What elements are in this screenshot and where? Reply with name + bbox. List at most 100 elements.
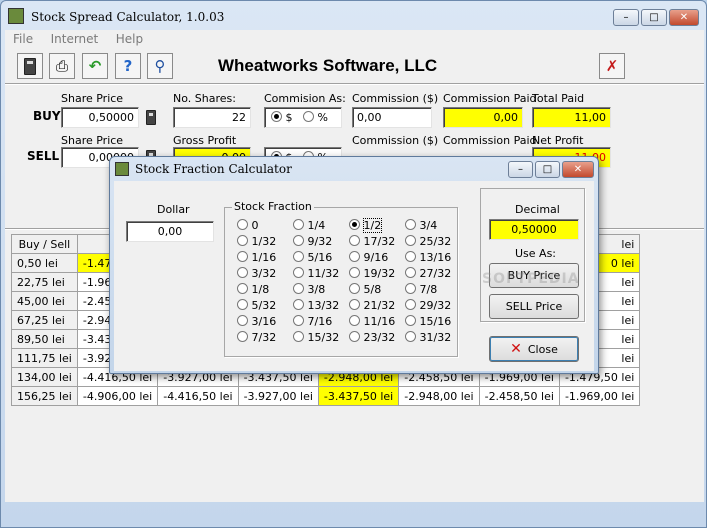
dialog-maximize-button[interactable]: □ xyxy=(535,161,560,178)
fraction-radio[interactable] xyxy=(237,235,248,246)
dialog-close-action-button[interactable]: ✕ Close xyxy=(489,336,579,362)
fraction-radio[interactable] xyxy=(349,235,360,246)
fraction-option[interactable]: 7/32 xyxy=(237,331,276,344)
fraction-radio[interactable] xyxy=(349,315,360,326)
fraction-option[interactable]: 13/16 xyxy=(405,251,451,264)
fraction-option[interactable]: 5/16 xyxy=(293,251,332,264)
fraction-radio[interactable] xyxy=(405,267,416,278)
menu-file[interactable]: File xyxy=(13,32,33,46)
shares-input[interactable]: 22 xyxy=(173,107,251,128)
print-button[interactable]: ⎙ xyxy=(49,53,75,79)
fraction-radio[interactable] xyxy=(405,331,416,342)
fraction-radio[interactable] xyxy=(349,283,360,294)
fraction-radio[interactable] xyxy=(405,315,416,326)
menu-help[interactable]: Help xyxy=(116,32,143,46)
fraction-option[interactable]: 31/32 xyxy=(405,331,451,344)
fraction-radio[interactable] xyxy=(349,299,360,310)
table-cell[interactable]: -3.927,00 lei xyxy=(237,386,319,406)
fraction-radio[interactable] xyxy=(237,283,248,294)
fraction-option[interactable]: 15/32 xyxy=(293,331,339,344)
fraction-option[interactable]: 11/32 xyxy=(293,267,339,280)
fraction-option[interactable]: 7/16 xyxy=(293,315,332,328)
table-cell[interactable]: -2.948,00 lei xyxy=(398,386,480,406)
fraction-option[interactable]: 29/32 xyxy=(405,299,451,312)
fraction-option[interactable]: 9/32 xyxy=(293,235,332,248)
fraction-option[interactable]: 19/32 xyxy=(349,267,395,280)
fraction-option[interactable]: 11/16 xyxy=(349,315,395,328)
fraction-option[interactable]: 3/32 xyxy=(237,267,276,280)
web-button[interactable]: ⚲ xyxy=(147,53,173,79)
fraction-option[interactable]: 7/8 xyxy=(405,283,437,296)
fraction-radio[interactable] xyxy=(293,331,304,342)
table-cell[interactable]: -1.969,00 lei xyxy=(558,386,641,406)
shares-label: No. Shares: xyxy=(173,92,236,105)
dialog-app-icon xyxy=(115,162,129,176)
buy-commission-input[interactable]: 0,00 xyxy=(352,107,432,128)
fraction-radio[interactable] xyxy=(349,251,360,262)
buy-percent-radio[interactable] xyxy=(303,111,314,122)
fraction-option[interactable]: 1/32 xyxy=(237,235,276,248)
fraction-option[interactable]: 1/8 xyxy=(237,283,269,296)
fraction-option[interactable]: 3/8 xyxy=(293,283,325,296)
menu-internet[interactable]: Internet xyxy=(51,32,99,46)
fraction-radio[interactable] xyxy=(293,219,304,230)
fraction-option[interactable]: 1/2 xyxy=(349,218,383,233)
fraction-option[interactable]: 5/32 xyxy=(237,299,276,312)
fraction-option[interactable]: 27/32 xyxy=(405,267,451,280)
fraction-radio[interactable] xyxy=(293,315,304,326)
buy-share-price-input[interactable]: 0,50000 xyxy=(61,107,139,128)
title-bar[interactable]: Stock Spread Calculator, 1.0.03 – □ ✕ xyxy=(5,5,704,29)
fraction-radio[interactable] xyxy=(349,331,360,342)
fraction-option[interactable]: 5/8 xyxy=(349,283,381,296)
fraction-radio[interactable] xyxy=(293,299,304,310)
minimize-button[interactable]: – xyxy=(613,9,639,26)
calculator-button[interactable] xyxy=(17,53,43,79)
buy-dollar-radio[interactable] xyxy=(271,111,282,122)
fraction-option[interactable]: 21/32 xyxy=(349,299,395,312)
fraction-option[interactable]: 23/32 xyxy=(349,331,395,344)
reset-button[interactable]: ↶ xyxy=(82,53,108,79)
table-cell[interactable]: -2.458,50 lei xyxy=(478,386,560,406)
fraction-radio[interactable] xyxy=(405,251,416,262)
fraction-radio[interactable] xyxy=(237,267,248,278)
help-button[interactable]: ? xyxy=(115,53,141,79)
total-paid-label: Total Paid xyxy=(532,92,585,105)
exit-icon: ✗ xyxy=(605,57,619,75)
fraction-radio[interactable] xyxy=(293,267,304,278)
fraction-radio[interactable] xyxy=(237,219,248,230)
fraction-option[interactable]: 25/32 xyxy=(405,235,451,248)
fraction-radio[interactable] xyxy=(349,267,360,278)
fraction-option[interactable]: 13/32 xyxy=(293,299,339,312)
fraction-option[interactable]: 1/16 xyxy=(237,251,276,264)
fraction-radio[interactable] xyxy=(293,251,304,262)
fraction-option[interactable]: 0 xyxy=(237,219,259,232)
fraction-radio[interactable] xyxy=(237,315,248,326)
maximize-button[interactable]: □ xyxy=(641,9,667,26)
sell-price-button[interactable]: SELL Price xyxy=(489,294,579,319)
fraction-radio[interactable] xyxy=(293,283,304,294)
fraction-radio[interactable] xyxy=(237,331,248,342)
fraction-option[interactable]: 15/16 xyxy=(405,315,451,328)
table-cell[interactable]: -4.906,00 lei xyxy=(76,386,159,406)
close-button[interactable]: ✕ xyxy=(669,9,699,26)
fraction-option[interactable]: 17/32 xyxy=(349,235,395,248)
fraction-option[interactable]: 1/4 xyxy=(293,219,325,232)
table-cell[interactable]: -3.437,50 lei xyxy=(317,386,400,406)
dialog-minimize-button[interactable]: – xyxy=(508,161,533,178)
fraction-radio[interactable] xyxy=(405,283,416,294)
fraction-option[interactable]: 3/16 xyxy=(237,315,276,328)
buy-calculator-icon[interactable] xyxy=(146,110,156,125)
fraction-radio[interactable] xyxy=(293,235,304,246)
exit-button[interactable]: ✗ xyxy=(599,53,625,79)
fraction-radio[interactable] xyxy=(405,235,416,246)
fraction-radio[interactable] xyxy=(349,219,360,230)
dialog-close-button[interactable]: ✕ xyxy=(562,161,594,178)
fraction-radio[interactable] xyxy=(405,219,416,230)
fraction-option[interactable]: 9/16 xyxy=(349,251,388,264)
dollar-input[interactable]: 0,00 xyxy=(126,221,214,242)
fraction-radio[interactable] xyxy=(405,299,416,310)
fraction-radio[interactable] xyxy=(237,251,248,262)
fraction-radio[interactable] xyxy=(237,299,248,310)
fraction-option[interactable]: 3/4 xyxy=(405,219,437,232)
table-cell[interactable]: -4.416,50 lei xyxy=(157,386,239,406)
